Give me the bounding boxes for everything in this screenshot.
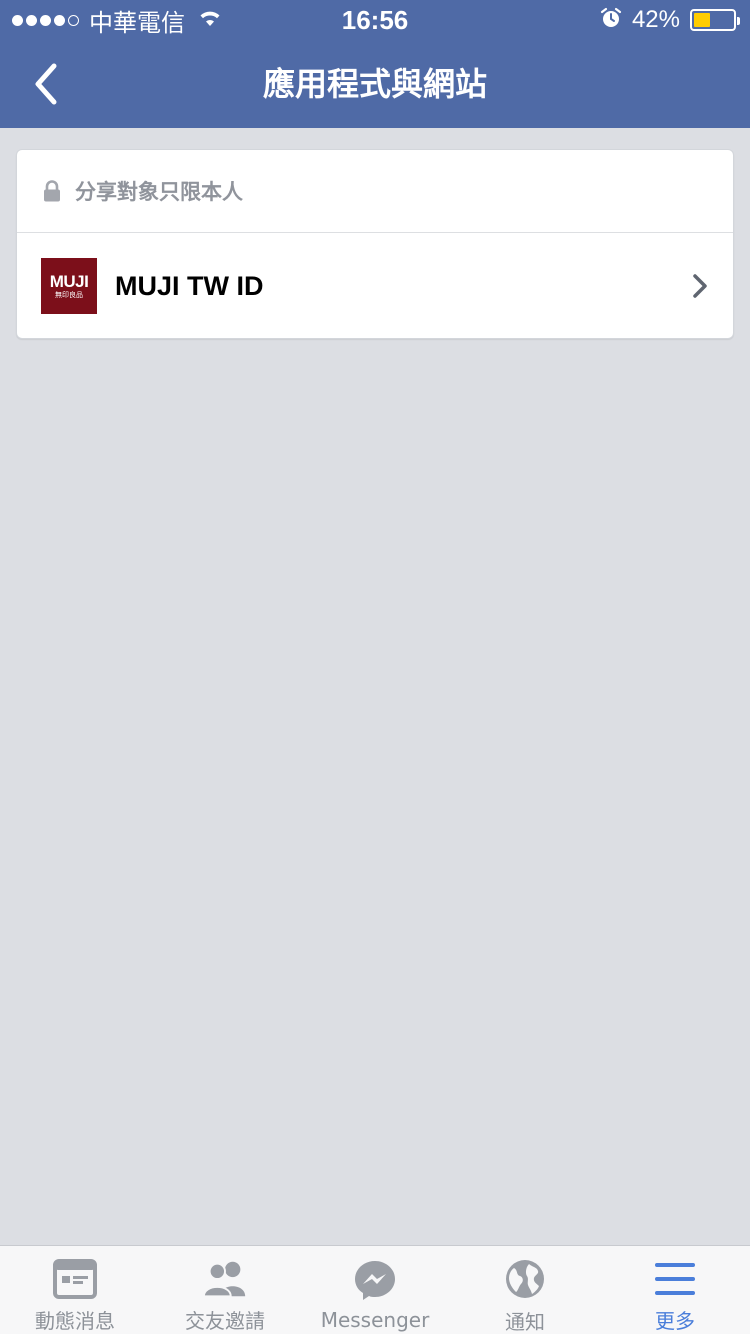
tab-bar: 動態消息 交友邀請 Messenger 通知 更多 [0,1245,750,1334]
battery-level [694,13,710,27]
navigation-bar: 應用程式與網站 [0,40,750,128]
tab-news-feed[interactable]: 動態消息 [0,1246,150,1334]
lock-icon [43,180,61,202]
carrier-name: 中華電信 [89,8,185,37]
muji-logo: MUJI 無印良品 [41,258,97,314]
tab-friend-requests[interactable]: 交友邀請 [150,1246,300,1334]
tab-messenger[interactable]: Messenger [300,1246,450,1334]
chevron-left-icon [35,63,57,105]
privacy-setting: 分享對象只限本人 [17,150,733,233]
friends-icon [201,1258,249,1299]
apps-card: 分享對象只限本人 MUJI 無印良品 MUJI TW ID [16,149,734,339]
tab-label: Messenger [320,1308,430,1332]
status-right: 42% [600,6,740,34]
back-button[interactable] [22,60,70,108]
battery-percent: 42% [631,6,680,33]
signal-strength-icon [12,14,79,26]
privacy-label: 分享對象只限本人 [75,180,243,204]
tab-more[interactable]: 更多 [600,1246,750,1334]
tab-notifications[interactable]: 通知 [450,1246,600,1334]
menu-icon [651,1258,699,1299]
news-feed-icon [51,1258,99,1299]
logo-text: MUJI [49,271,89,291]
tab-label: 通知 [505,1310,545,1334]
wifi-icon [197,8,223,33]
page-title: 應用程式與網站 [262,65,487,103]
status-left: 中華電信 [12,6,223,37]
alarm-icon [600,7,622,34]
tab-label: 動態消息 [35,1309,115,1333]
logo-subtext: 無印良品 [55,290,83,299]
tab-label: 更多 [655,1309,695,1333]
app-list-item[interactable]: MUJI 無印良品 MUJI TW ID [17,233,733,339]
app-name: MUJI TW ID [115,270,264,301]
chevron-right-icon [693,274,707,298]
globe-icon [501,1258,549,1300]
messenger-icon [351,1258,399,1302]
status-bar: 中華電信 16:56 42% [0,0,750,40]
tab-label: 交友邀請 [185,1309,265,1333]
battery-icon [690,9,740,31]
